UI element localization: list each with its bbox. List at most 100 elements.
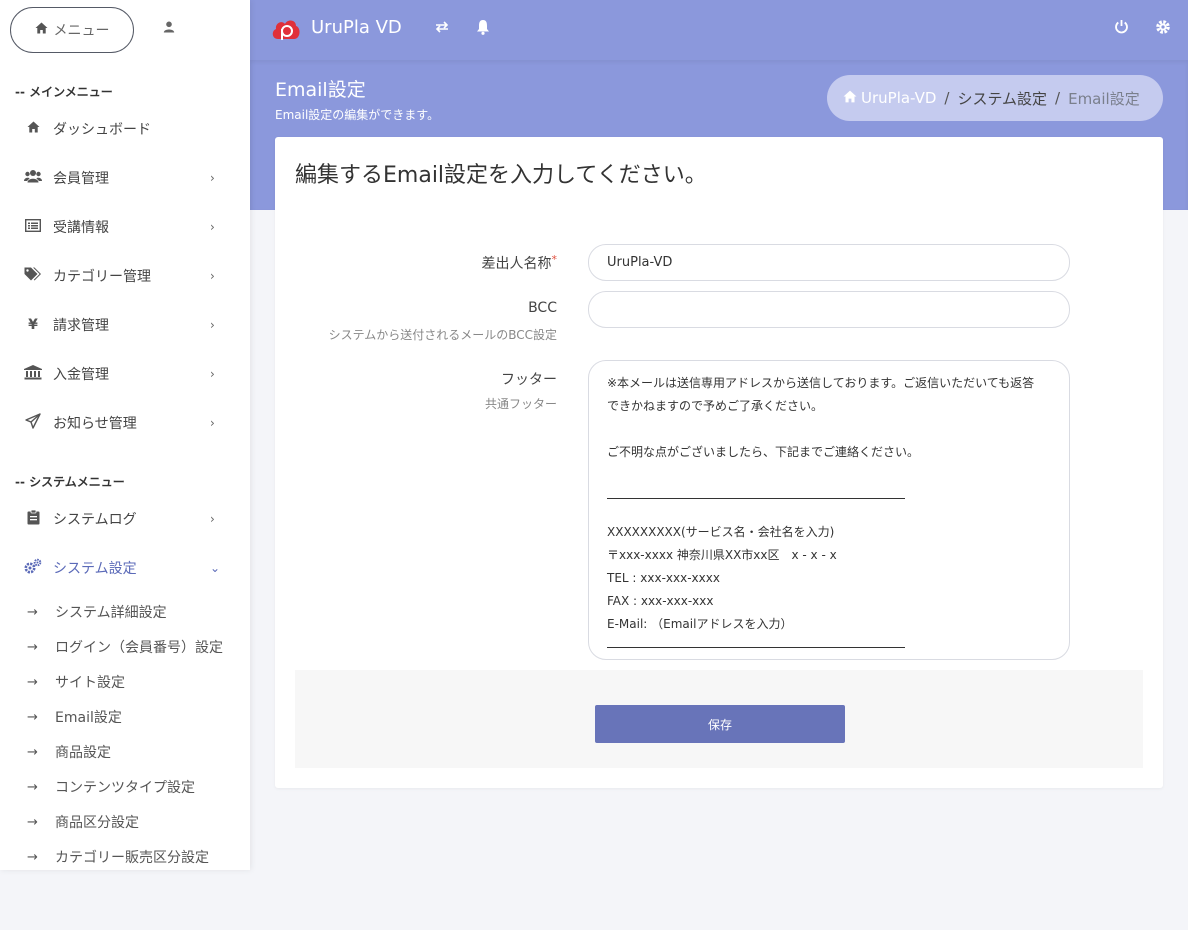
- breadcrumb-home-link[interactable]: UruPla-VD: [861, 89, 936, 107]
- sender-name-input[interactable]: UruPla-VD: [588, 244, 1070, 281]
- arrow-right-icon: →: [27, 779, 38, 795]
- breadcrumb: UruPla-VD / システム設定 / Email設定: [827, 75, 1163, 121]
- footer-line: 〒xxx-xxxx 神奈川県XX市xx区 x - x - x: [607, 548, 837, 562]
- footer-line: できかねますので予めご了承ください。: [607, 399, 824, 413]
- sender-name-label-text: 差出人名称: [481, 256, 552, 272]
- brand-logo-icon[interactable]: [271, 17, 301, 41]
- breadcrumb-current: Email設定: [1068, 89, 1140, 108]
- chevron-right-icon: ›: [210, 416, 215, 430]
- submenu-item-category-sales[interactable]: → カテゴリー販売区分設定: [27, 847, 209, 867]
- sidebar-item-label: 会員管理: [53, 171, 109, 187]
- arrow-right-icon: →: [27, 744, 38, 760]
- arrow-right-icon: →: [27, 709, 38, 725]
- sidebar-item-label: 受講情報: [53, 220, 109, 236]
- submenu-item-label: ログイン（会員番号）設定: [55, 640, 223, 656]
- menu-button-label: メニュー: [53, 23, 110, 39]
- user-icon[interactable]: [160, 18, 178, 36]
- submenu-item-product[interactable]: → 商品設定: [27, 742, 111, 762]
- footer-line: TEL : xxx-xxx-xxxx: [607, 571, 720, 585]
- submenu-item-label: サイト設定: [55, 675, 125, 691]
- breadcrumb-separator: /: [1055, 89, 1061, 107]
- paper-plane-icon: [24, 413, 42, 433]
- chevron-down-icon: ⌄: [210, 561, 221, 575]
- chevron-right-icon: ›: [210, 512, 215, 526]
- sidebar-item-label: 請求管理: [53, 318, 109, 334]
- sidebar-item-dashboard[interactable]: ダッシュボード: [0, 109, 250, 149]
- home-icon: [24, 121, 42, 137]
- tags-icon: [24, 267, 42, 285]
- page-title: Email設定: [275, 79, 366, 101]
- sidebar-item-label: カテゴリー管理: [53, 269, 151, 285]
- main-menu-section-title: -- メインメニュー: [15, 85, 113, 99]
- sidebar-item-enrollment[interactable]: 受講情報 ›: [0, 207, 250, 247]
- cogs-icon: [24, 558, 42, 578]
- footer-label: フッター: [501, 372, 557, 388]
- yen-icon: ¥: [28, 317, 38, 333]
- chevron-right-icon: ›: [210, 269, 215, 283]
- arrow-right-icon: →: [27, 849, 38, 865]
- footer-line: E-Mail: （Emailアドレスを入力）: [607, 617, 793, 631]
- brand-name[interactable]: UruPla VD: [311, 17, 402, 38]
- top-navbar: UruPla VD: [250, 0, 1188, 60]
- arrow-right-icon: →: [27, 814, 38, 830]
- footer-line: ※本メールは送信専用アドレスから送信しております。ご返信いただいても返答: [607, 376, 1035, 390]
- home-icon: [843, 89, 857, 107]
- sidebar-item-label: システムログ: [53, 512, 137, 528]
- form-heading: 編集するEmail設定を入力してください。: [295, 163, 707, 188]
- sidebar-item-label: 入金管理: [53, 367, 109, 383]
- page-subtitle: Email設定の編集ができます。: [275, 108, 440, 122]
- menu-button[interactable]: メニュー: [10, 7, 134, 53]
- submenu-item-site[interactable]: → サイト設定: [27, 672, 125, 692]
- submenu-item-email[interactable]: → Email設定: [27, 707, 122, 727]
- submenu-item-login[interactable]: → ログイン（会員番号）設定: [27, 637, 223, 657]
- submenu-item-label: 商品設定: [55, 745, 111, 761]
- gear-icon[interactable]: [1155, 19, 1171, 39]
- breadcrumb-system-settings-link[interactable]: システム設定: [957, 88, 1047, 109]
- submenu-item-product-class[interactable]: → 商品区分設定: [27, 812, 139, 832]
- sidebar-item-payments[interactable]: 入金管理 ›: [0, 354, 250, 394]
- bell-icon[interactable]: [476, 19, 490, 39]
- sidebar-item-members[interactable]: 会員管理 ›: [0, 158, 250, 198]
- sender-name-label: 差出人名称*: [482, 253, 558, 273]
- bcc-label: BCC: [528, 300, 557, 316]
- sidebar-item-system-log[interactable]: システムログ ›: [0, 499, 250, 539]
- sidebar-item-categories[interactable]: カテゴリー管理 ›: [0, 256, 250, 296]
- bcc-help-text: システムから送付されるメールのBCC設定: [328, 328, 557, 342]
- chevron-right-icon: ›: [210, 318, 215, 332]
- users-icon: [24, 169, 42, 187]
- submenu-item-system-detail[interactable]: → システム詳細設定: [27, 602, 167, 622]
- power-icon[interactable]: [1114, 19, 1129, 38]
- sidebar-item-label: システム設定: [53, 561, 137, 577]
- chevron-right-icon: ›: [210, 367, 215, 381]
- form-actions: 保存: [295, 670, 1143, 768]
- list-icon: [24, 218, 42, 236]
- sidebar-item-notices[interactable]: お知らせ管理 ›: [0, 403, 250, 443]
- footer-rule-line: [607, 498, 1051, 521]
- chevron-right-icon: ›: [210, 171, 215, 185]
- footer-line: [607, 464, 1051, 487]
- submenu-item-label: カテゴリー販売区分設定: [55, 850, 209, 866]
- submenu-item-content-type[interactable]: → コンテンツタイプ設定: [27, 777, 195, 797]
- arrow-right-icon: →: [27, 604, 38, 620]
- bcc-input[interactable]: [588, 291, 1070, 328]
- email-settings-card: 編集するEmail設定を入力してください。 差出人名称* UruPla-VD B…: [275, 137, 1163, 788]
- sidebar-item-system-settings[interactable]: システム設定 ⌄: [0, 548, 250, 588]
- sidebar-item-label: ダッシュボード: [53, 122, 151, 138]
- submenu-item-label: システム詳細設定: [55, 605, 167, 621]
- submenu-item-label: Email設定: [55, 710, 122, 726]
- submenu-item-label: コンテンツタイプ設定: [55, 780, 195, 796]
- save-button[interactable]: 保存: [595, 705, 845, 743]
- footer-line: [607, 418, 1051, 441]
- breadcrumb-separator: /: [944, 89, 950, 107]
- arrow-right-icon: →: [27, 674, 38, 690]
- chevron-right-icon: ›: [210, 220, 215, 234]
- sidebar-item-label: お知らせ管理: [53, 416, 137, 432]
- home-icon: [35, 22, 48, 38]
- swap-icon[interactable]: [434, 19, 450, 37]
- submenu-item-label: 商品区分設定: [55, 815, 139, 831]
- sidebar-item-billing[interactable]: ¥ 請求管理 ›: [0, 305, 250, 345]
- arrow-right-icon: →: [27, 639, 38, 655]
- footer-textarea[interactable]: ※本メールは送信専用アドレスから送信しております。ご返信いただいても返答 できか…: [588, 360, 1070, 660]
- system-menu-section-title: -- システムメニュー: [15, 475, 125, 489]
- sidebar: メニュー -- メインメニュー ダッシュボード 会員管理 › 受講情報 › カテ…: [0, 0, 250, 870]
